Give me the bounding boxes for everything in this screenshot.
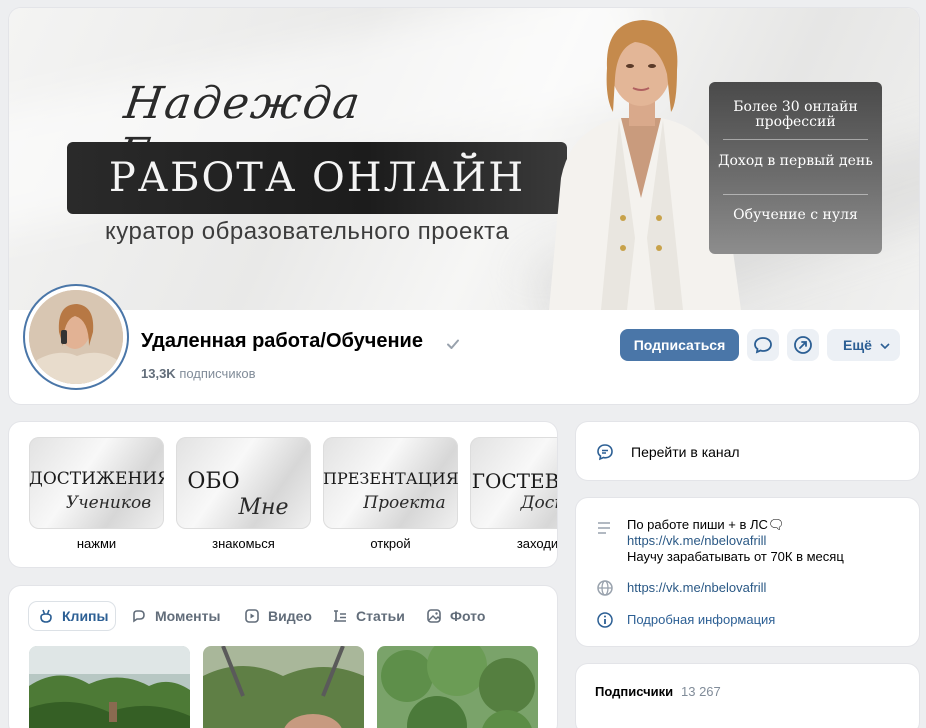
- story-item[interactable]: ГОСТЕВ Дост заходи: [470, 437, 557, 551]
- globe-icon: [597, 580, 613, 596]
- description-icon: [598, 522, 610, 534]
- channel-link-label: Перейти в канал: [631, 444, 740, 460]
- verified-icon: [447, 339, 459, 349]
- description-line: По работе пиши + в ЛС🗨: [627, 517, 785, 532]
- feature-item: Доход в первый день: [718, 153, 873, 169]
- story-highlights: ДОСТИЖЕНИЯ Учеников нажми ОБО Мне знаком…: [9, 422, 557, 567]
- message-icon: [754, 337, 772, 354]
- tab-moments[interactable]: Моменты: [131, 602, 231, 630]
- content-section: Клипы Моменты Видео Статьи Фото: [9, 586, 557, 728]
- subscribers-count: 13 267: [681, 684, 721, 699]
- tab-video[interactable]: Видео: [244, 602, 324, 630]
- members-count[interactable]: 13,3K подписчиков: [141, 366, 256, 381]
- group-name: Удаленная работа/Обучение: [141, 330, 423, 352]
- cover-title: РАБОТА ОНЛАЙН: [108, 155, 526, 201]
- feature-item: Более 30 онлайн профессий: [733, 99, 858, 130]
- chevron-down-icon: [880, 343, 890, 349]
- group-info: По работе пиши + в ЛС🗨 https://vk.me/nbe…: [576, 498, 919, 646]
- share-icon: [794, 336, 812, 354]
- description-line: Научу зарабатывать от 70К в месяц: [627, 549, 844, 564]
- details-link[interactable]: Подробная информация: [627, 612, 775, 628]
- website-link[interactable]: https://vk.me/nbelovafrill: [627, 580, 766, 596]
- story-thumbnail: ГОСТЕВ Дост: [470, 437, 557, 529]
- subscribers-block[interactable]: Подписчики 13 267: [576, 664, 919, 728]
- clip-thumbnail[interactable]: [203, 646, 364, 728]
- clip-thumbnail[interactable]: [377, 646, 538, 728]
- chat-icon: [597, 444, 613, 461]
- description-link[interactable]: https://vk.me/nbelovafrill: [627, 533, 844, 549]
- story-label: нажми: [76, 536, 117, 551]
- feature-item: Обучение с нуля: [733, 207, 858, 223]
- subscribe-button[interactable]: Подписаться: [620, 329, 739, 361]
- info-icon: [597, 612, 613, 628]
- story-item[interactable]: ПРЕЗЕНТАЦИЯ Проекта открой: [323, 437, 458, 551]
- articles-icon: [334, 610, 346, 622]
- cover-image: Надежда Белова РАБОТА ОНЛАЙН куратор обр…: [9, 8, 919, 310]
- cover-subtitle: куратор образовательного проекта: [105, 218, 510, 245]
- avatar[interactable]: [29, 290, 123, 384]
- clip-thumbnail[interactable]: [29, 646, 190, 728]
- story-label: знакомься: [212, 536, 275, 551]
- tab-photos[interactable]: Фото: [426, 602, 506, 630]
- share-button[interactable]: [787, 329, 819, 361]
- tab-articles[interactable]: Статьи: [332, 602, 422, 630]
- story-item[interactable]: ДОСТИЖЕНИЯ Учеников нажми: [29, 437, 164, 551]
- message-button[interactable]: [747, 329, 779, 361]
- subscribers-label: Подписчики: [595, 684, 674, 699]
- tab-clips[interactable]: Клипы: [29, 602, 115, 630]
- story-item[interactable]: ОБО Мне знакомься: [176, 437, 311, 551]
- clips-icon: [40, 609, 52, 623]
- channel-link[interactable]: Перейти в канал: [576, 422, 919, 480]
- description: По работе пиши + в ЛС🗨 https://vk.me/nbe…: [627, 517, 844, 565]
- video-icon: [245, 609, 259, 623]
- more-button[interactable]: Ещё: [827, 329, 900, 361]
- story-thumbnail: ОБО Мне: [176, 437, 311, 529]
- story-label: заходи: [516, 536, 557, 551]
- cover-features-panel: Более 30 онлайн профессий Доход в первый…: [709, 82, 882, 254]
- story-thumbnail: ДОСТИЖЕНИЯ Учеников: [29, 437, 164, 529]
- story-thumbnail: ПРЕЗЕНТАЦИЯ Проекта: [323, 437, 458, 529]
- story-label: открой: [370, 536, 411, 551]
- group-header: Надежда Белова РАБОТА ОНЛАЙН куратор обр…: [9, 8, 919, 404]
- moments-icon: [133, 610, 145, 623]
- photo-icon: [427, 609, 441, 623]
